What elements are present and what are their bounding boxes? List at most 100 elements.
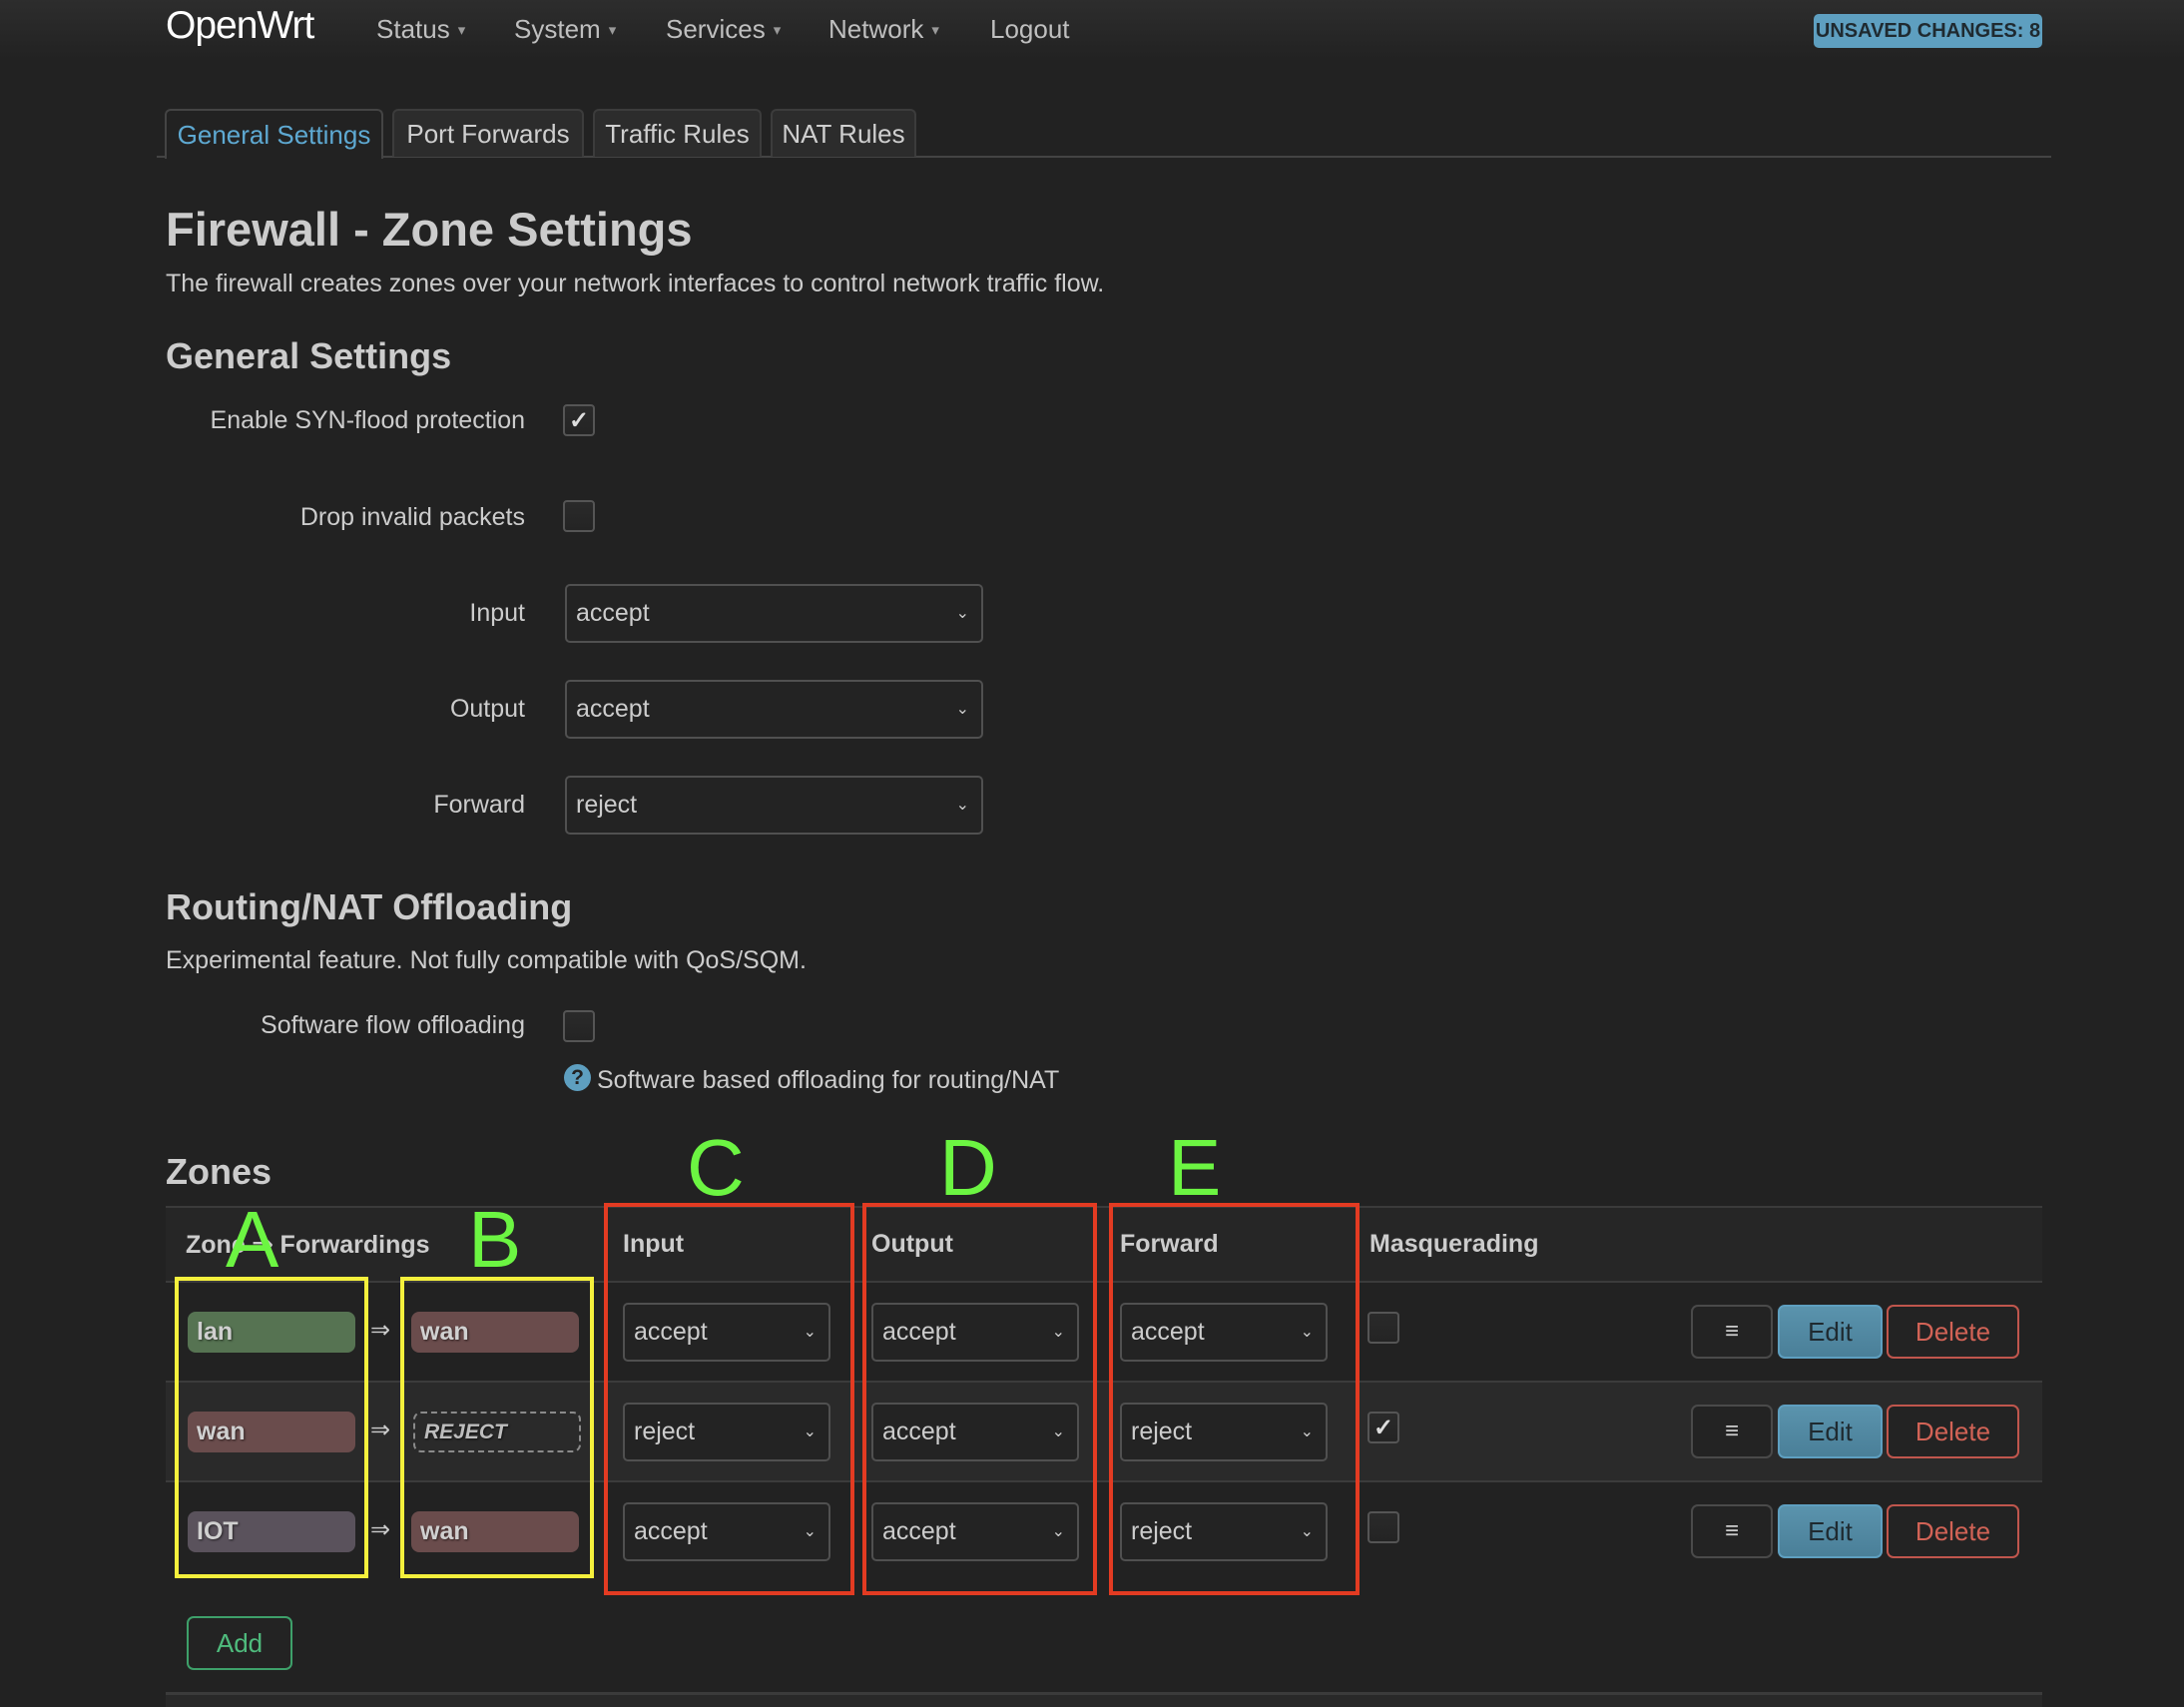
- zone-input-select[interactable]: reject ⌄: [623, 1403, 830, 1461]
- drag-handle-button[interactable]: ≡: [1691, 1305, 1773, 1359]
- nav-services[interactable]: Services ▾: [666, 14, 781, 45]
- caret-down-icon: ▾: [457, 21, 466, 39]
- edit-button[interactable]: Edit: [1778, 1305, 1883, 1359]
- zone-forward-value: accept: [1131, 1318, 1205, 1346]
- zone-output-select[interactable]: accept ⌄: [871, 1502, 1079, 1561]
- forward-reject-badge: REJECT: [413, 1412, 581, 1452]
- forward-arrow-icon: ⇒: [370, 1516, 391, 1543]
- annotation-letter-d: D: [939, 1123, 997, 1212]
- nav-network[interactable]: Network ▾: [828, 14, 939, 45]
- nav-system-label: System: [514, 14, 601, 44]
- col-masquerading: Masquerading: [1369, 1230, 1539, 1258]
- annotation-letter-e: E: [1168, 1123, 1222, 1212]
- drag-handle-button[interactable]: ≡: [1691, 1405, 1773, 1458]
- tab-general-settings[interactable]: General Settings: [165, 109, 383, 159]
- tab-traffic-rules[interactable]: Traffic Rules: [593, 109, 762, 157]
- chevron-down-icon: ⌄: [1051, 1522, 1065, 1540]
- chevron-down-icon: ⌄: [803, 1522, 817, 1540]
- forward-policy-value: reject: [576, 791, 638, 819]
- col-zone-forwardings: Zone ⇒ Forwardings: [186, 1231, 430, 1259]
- chevron-down-icon: ⌄: [1051, 1422, 1065, 1440]
- zone-input-select[interactable]: accept ⌄: [623, 1502, 830, 1561]
- zone-forward-select[interactable]: reject ⌄: [1120, 1403, 1328, 1461]
- output-policy-select[interactable]: accept ⌄: [565, 680, 983, 739]
- next-section: [166, 1695, 2042, 1707]
- col-output: Output: [871, 1230, 953, 1258]
- chevron-down-icon: ⌄: [955, 604, 969, 622]
- nav-logout[interactable]: Logout: [990, 14, 1070, 45]
- masquerading-checkbox[interactable]: [1367, 1511, 1399, 1543]
- zone-forward-value: reject: [1131, 1418, 1193, 1445]
- nav-system[interactable]: System ▾: [514, 14, 616, 45]
- tab-port-forwards[interactable]: Port Forwards: [392, 109, 584, 157]
- zone-forward-value: reject: [1131, 1517, 1193, 1545]
- forward-arrow-icon: ⇒: [370, 1417, 391, 1443]
- col-input: Input: [623, 1230, 685, 1258]
- nav-network-label: Network: [828, 14, 924, 44]
- zones-table-header: [166, 1208, 2042, 1282]
- caret-down-icon: ▾: [931, 21, 939, 39]
- software-flow-label: Software flow offloading: [261, 1011, 525, 1039]
- input-policy-value: accept: [576, 599, 650, 627]
- brand-logo[interactable]: OpenWrt: [166, 4, 314, 48]
- top-navbar: OpenWrt Status ▾ System ▾ Services ▾ Net…: [0, 0, 2184, 60]
- drag-handle-button[interactable]: ≡: [1691, 1504, 1773, 1558]
- input-policy-select[interactable]: accept ⌄: [565, 584, 983, 643]
- chevron-down-icon: ⌄: [1300, 1323, 1314, 1341]
- page-title: Firewall - Zone Settings: [166, 203, 693, 256]
- masquerading-checkbox[interactable]: ✓: [1367, 1412, 1399, 1443]
- zone-output-value: accept: [882, 1318, 956, 1346]
- zone-forward-select[interactable]: reject ⌄: [1120, 1502, 1328, 1561]
- software-flow-checkbox[interactable]: [563, 1010, 595, 1042]
- input-policy-label: Input: [469, 599, 525, 627]
- syn-flood-label: Enable SYN-flood protection: [210, 406, 525, 434]
- offloading-description: Experimental feature. Not fully compatib…: [166, 946, 807, 974]
- edit-button[interactable]: Edit: [1778, 1405, 1883, 1458]
- forward-arrow-icon: ⇒: [370, 1317, 391, 1344]
- offloading-heading: Routing/NAT Offloading: [166, 886, 573, 927]
- page-description: The firewall creates zones over your net…: [166, 270, 1105, 297]
- syn-flood-checkbox[interactable]: ✓: [563, 404, 595, 436]
- nav-status[interactable]: Status ▾: [376, 14, 465, 45]
- forward-policy-select[interactable]: reject ⌄: [565, 776, 983, 835]
- edit-button[interactable]: Edit: [1778, 1504, 1883, 1558]
- zone-output-select[interactable]: accept ⌄: [871, 1403, 1079, 1461]
- output-policy-label: Output: [449, 695, 525, 723]
- unsaved-changes-badge[interactable]: UNSAVED CHANGES: 8: [1814, 14, 2042, 48]
- forward-target-badge: wan: [411, 1511, 579, 1552]
- chevron-down-icon: ⌄: [803, 1323, 817, 1341]
- zone-badge: wan: [188, 1412, 355, 1452]
- zone-badge: lan: [188, 1312, 355, 1353]
- zone-input-value: accept: [634, 1517, 708, 1545]
- zone-output-select[interactable]: accept ⌄: [871, 1303, 1079, 1362]
- zone-forward-select[interactable]: accept ⌄: [1120, 1303, 1328, 1362]
- help-icon: ?: [564, 1064, 591, 1091]
- chevron-down-icon: ⌄: [955, 796, 969, 814]
- checkmark-icon: ✓: [1372, 1414, 1394, 1441]
- chevron-down-icon: ⌄: [955, 700, 969, 718]
- drop-invalid-label: Drop invalid packets: [299, 503, 525, 531]
- zone-output-value: accept: [882, 1418, 956, 1445]
- delete-button[interactable]: Delete: [1887, 1305, 2019, 1359]
- delete-button[interactable]: Delete: [1887, 1504, 2019, 1558]
- drop-invalid-checkbox[interactable]: [563, 500, 595, 532]
- delete-button[interactable]: Delete: [1887, 1405, 2019, 1458]
- zones-heading: Zones: [166, 1151, 273, 1192]
- add-zone-button[interactable]: Add: [187, 1616, 292, 1670]
- general-settings-heading: General Settings: [166, 335, 452, 376]
- nav-status-label: Status: [376, 14, 450, 44]
- zone-badge: IOT: [188, 1511, 355, 1552]
- zone-input-select[interactable]: accept ⌄: [623, 1303, 830, 1362]
- annotation-letter-b: B: [468, 1195, 522, 1284]
- nav-services-label: Services: [666, 14, 766, 44]
- annotation-letter-c: C: [687, 1123, 745, 1212]
- forward-policy-label: Forward: [433, 791, 525, 819]
- checkmark-icon: ✓: [568, 406, 590, 434]
- output-policy-value: accept: [576, 695, 650, 723]
- zone-input-value: reject: [634, 1418, 696, 1445]
- masquerading-checkbox[interactable]: [1367, 1312, 1399, 1344]
- chevron-down-icon: ⌄: [1051, 1323, 1065, 1341]
- zone-input-value: accept: [634, 1318, 708, 1346]
- tab-nat-rules[interactable]: NAT Rules: [771, 109, 916, 157]
- caret-down-icon: ▾: [773, 21, 782, 39]
